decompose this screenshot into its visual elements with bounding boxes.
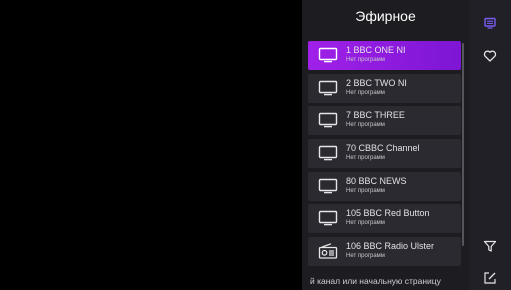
- channel-list: 1 BBC ONE NI Нет программ 2 BBC TWO NI Н…: [308, 41, 461, 270]
- tv-icon: [318, 112, 338, 128]
- channel-item[interactable]: 70 CBBC Channel Нет программ: [308, 139, 461, 169]
- tv-icon: [318, 210, 338, 226]
- channel-program: Нет программ: [346, 122, 385, 129]
- channel-panel: Эфирное 1 BBC ONE NI Нет программ 2 BBC …: [302, 0, 469, 290]
- tv-icon: [318, 178, 338, 194]
- channel-list-icon[interactable]: [480, 13, 500, 33]
- channel-item[interactable]: 80 BBC NEWS Нет программ: [308, 171, 461, 201]
- channel-item[interactable]: 105 BBC Red Button Нет программ: [308, 204, 461, 234]
- filter-icon[interactable]: [480, 236, 500, 256]
- panel-title: Эфирное: [355, 8, 416, 24]
- footer-hint: й канал или начальную страницу: [310, 276, 441, 286]
- channel-program: Нет программ: [346, 253, 385, 260]
- channel-name: 7 BBC THREE: [346, 110, 405, 121]
- channel-program: Нет программ: [346, 57, 385, 63]
- tv-icon: [318, 145, 338, 161]
- channel-program: Нет программ: [346, 220, 385, 227]
- tv-icon: [318, 47, 338, 63]
- heart-icon[interactable]: [480, 46, 500, 66]
- tv-icon: [318, 80, 338, 96]
- edit-icon[interactable]: [480, 268, 500, 288]
- channel-item[interactable]: 1 BBC ONE NI Нет программ: [308, 41, 461, 70]
- side-rail: [469, 0, 511, 290]
- channel-item[interactable]: 2 BBC TWO NI Нет программ: [308, 73, 461, 103]
- channel-item[interactable]: 106 BBC Radio Ulster Нет программ: [308, 237, 461, 267]
- channel-item[interactable]: 7 BBC THREE Нет программ: [308, 106, 461, 136]
- radio-icon: [318, 243, 338, 259]
- channel-list-scrollbar[interactable]: [462, 43, 464, 246]
- channel-name: 70 CBBC Channel: [346, 143, 420, 154]
- channel-program: Нет программ: [346, 155, 385, 162]
- channel-program: Нет программ: [346, 187, 385, 194]
- tv-video-area: [0, 0, 302, 290]
- channel-program: Нет программ: [346, 89, 385, 96]
- channel-name: 2 BBC TWO NI: [346, 77, 407, 88]
- channel-name: 1 BBC ONE NI: [346, 45, 406, 55]
- channel-name: 105 BBC Red Button: [346, 208, 430, 219]
- channel-name: 80 BBC NEWS: [346, 175, 407, 186]
- channel-name: 106 BBC Radio Ulster: [346, 241, 435, 252]
